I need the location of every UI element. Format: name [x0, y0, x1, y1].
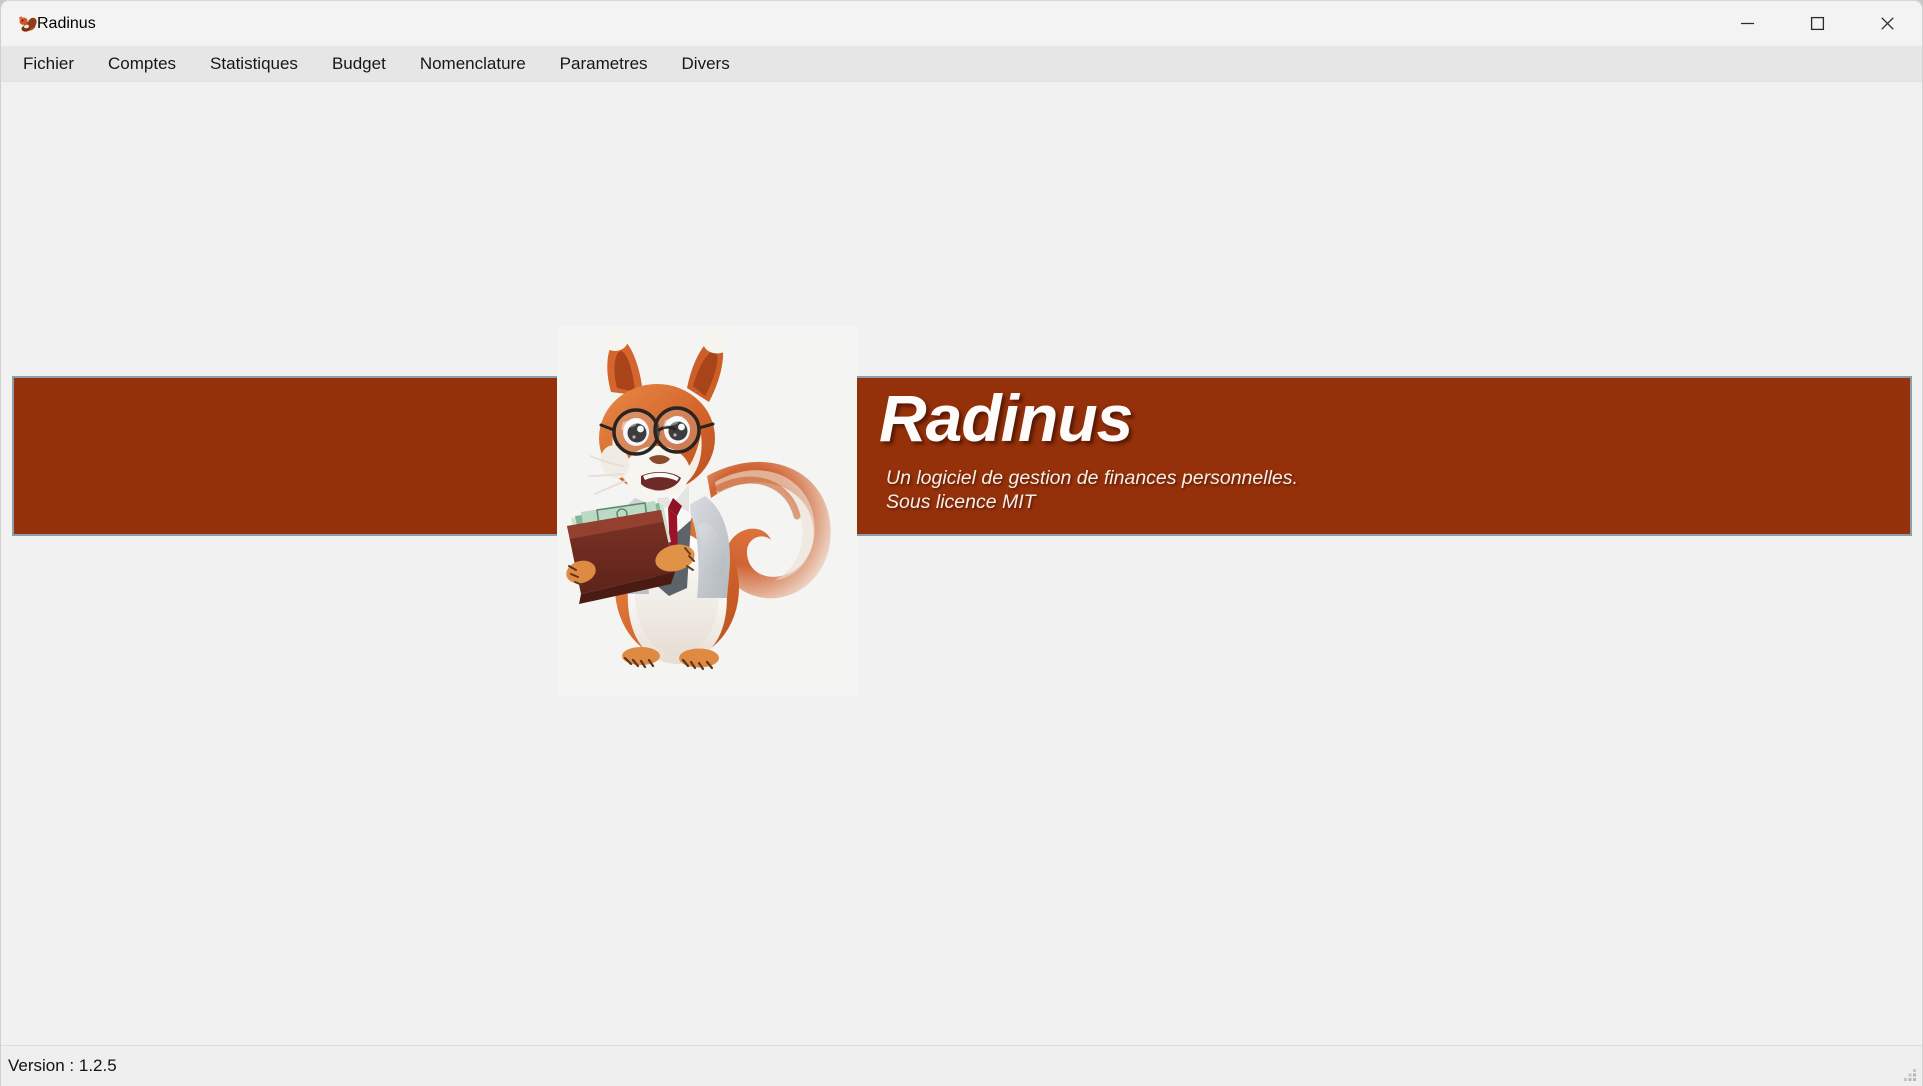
window-controls [1712, 1, 1922, 46]
menu-item-comptes[interactable]: Comptes [91, 46, 193, 81]
close-button[interactable] [1852, 1, 1922, 46]
menu-item-label: Fichier [23, 53, 75, 73]
squirrel-app-icon [17, 14, 37, 34]
menu-item-statistiques[interactable]: Statistiques [193, 46, 315, 81]
menu-item-label: Comptes [108, 53, 177, 73]
maximize-icon [1810, 16, 1824, 31]
minimize-button[interactable] [1712, 1, 1782, 46]
title-bar: Radinus [1, 1, 1922, 46]
minimize-icon [1740, 22, 1754, 25]
menu-item-label: Statistiques [210, 53, 298, 73]
status-bar: Version : 1.2.5 [1, 1045, 1922, 1086]
menu-item-parametres[interactable]: Parametres [543, 46, 665, 81]
menu-item-divers[interactable]: Divers [665, 46, 747, 81]
banner-subtitle-line1: Un logiciel de gestion de finances perso… [886, 467, 1298, 489]
menu-item-label: Nomenclature [419, 53, 526, 73]
main-content-area: Radinus Un logiciel de gestion de financ… [1, 82, 1922, 1045]
menu-item-label: Divers [681, 53, 730, 73]
menu-item-budget[interactable]: Budget [315, 46, 403, 81]
banner-title: Radinus [879, 381, 1133, 455]
banner-subtitle: Un logiciel de gestion de finances perso… [886, 467, 1298, 515]
maximize-button[interactable] [1782, 1, 1852, 46]
banner-subtitle-line2: Sous licence MIT [886, 490, 1036, 513]
menu-item-label: Budget [331, 53, 386, 73]
application-window: Radinus Fichier Comptes Statistiques Bud… [0, 0, 1923, 1086]
menu-item-nomenclature[interactable]: Nomenclature [403, 46, 543, 81]
menu-bar: Fichier Comptes Statistiques Budget Nome… [1, 46, 1922, 82]
menu-item-fichier[interactable]: Fichier [6, 46, 91, 81]
resize-grip[interactable] [1901, 1066, 1917, 1082]
menu-item-label: Parametres [559, 53, 648, 73]
version-label: Version : 1.2.5 [8, 1056, 117, 1075]
close-icon [1880, 17, 1894, 30]
window-title: Radinus [37, 14, 96, 32]
splash-banner: Radinus Un logiciel de gestion de financ… [12, 376, 1912, 536]
